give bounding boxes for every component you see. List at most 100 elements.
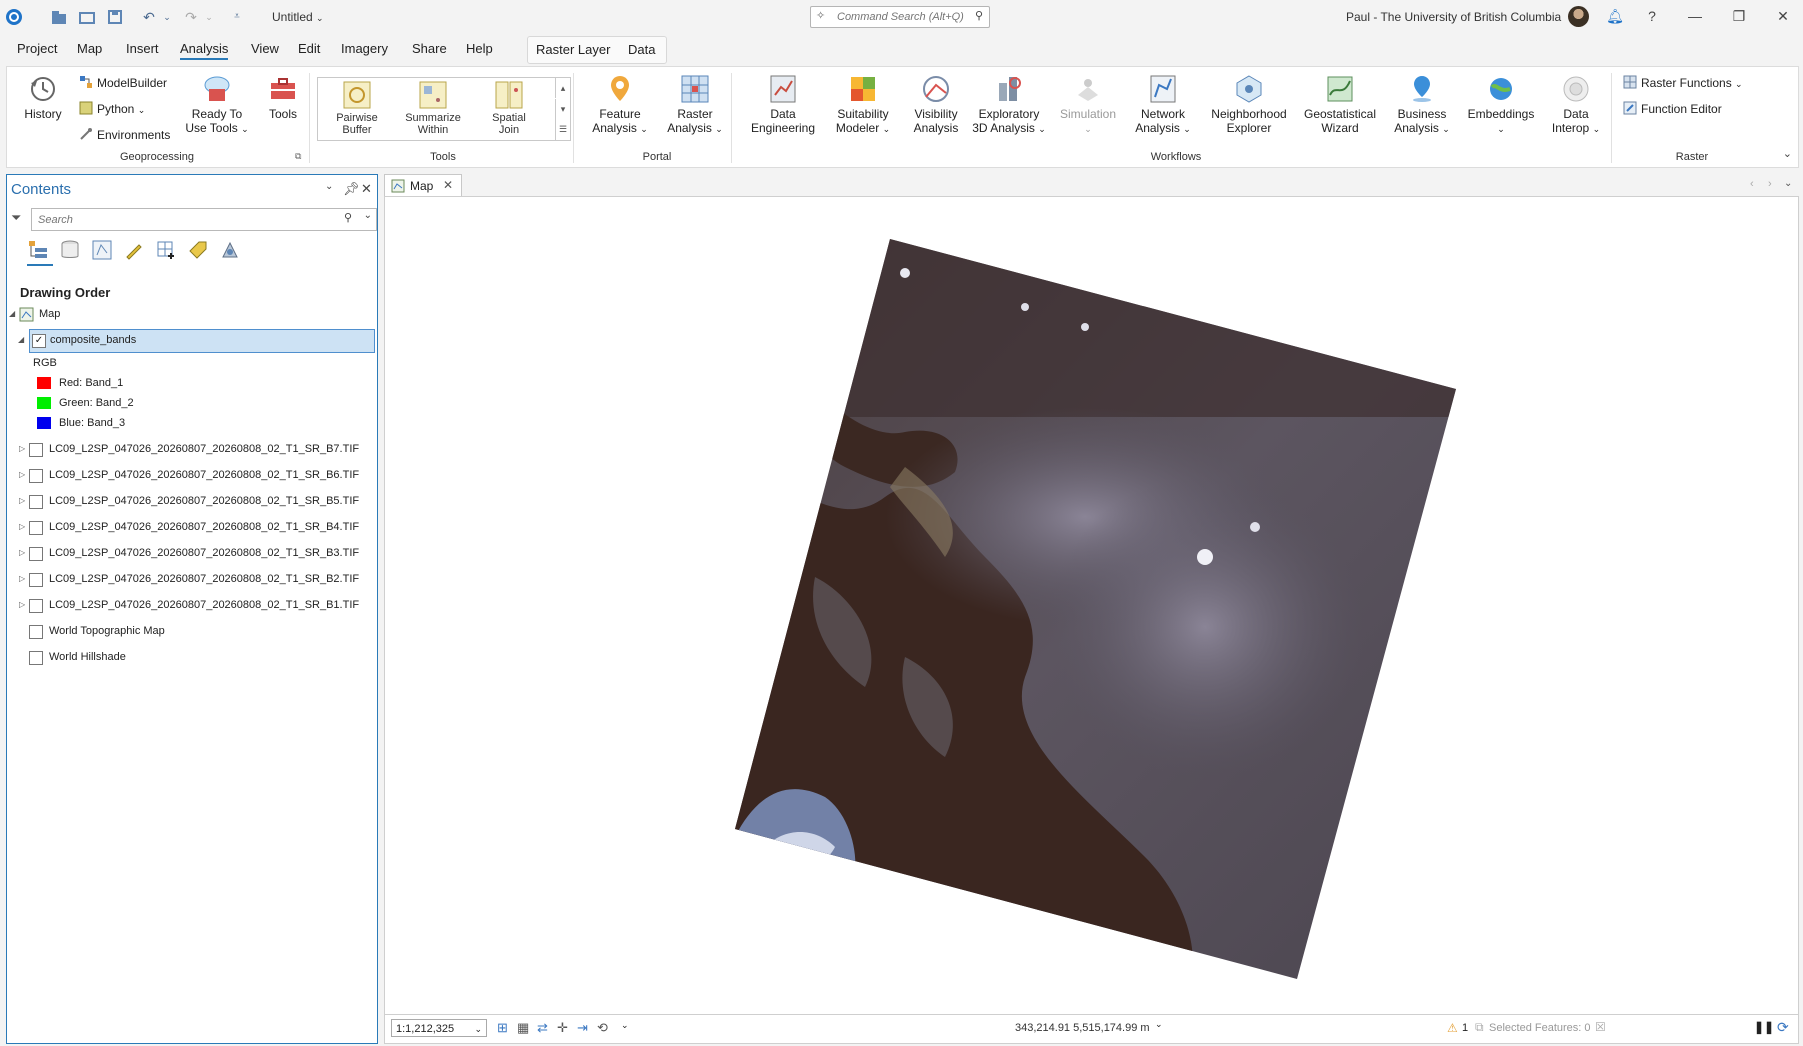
clear-selection-icon[interactable]: ☒	[1595, 1020, 1606, 1034]
geostatistical-wizard-button[interactable]: Geostatistical Wizard	[1297, 73, 1383, 135]
tab-map[interactable]: Map	[77, 41, 102, 56]
signed-in-user[interactable]: Paul - The University of British Columbi…	[1346, 10, 1561, 24]
collapse-arrow-icon[interactable]: ◢	[9, 309, 15, 318]
document-title[interactable]: Untitled ⌄	[272, 10, 324, 24]
layer-visibility-checkbox[interactable]	[29, 443, 43, 457]
history-button[interactable]: History	[21, 73, 65, 121]
chevron-down-icon[interactable]: ⌄	[621, 1020, 629, 1031]
notification-bell-icon[interactable]: 🔔︎	[1603, 6, 1627, 26]
basemap-row[interactable]: World Topographic Map	[7, 621, 375, 643]
tab-list-icon[interactable]: ⌄	[1784, 178, 1792, 189]
layer-visibility-checkbox[interactable]	[29, 521, 43, 535]
tab-project[interactable]: Project	[17, 41, 57, 56]
warning-icon[interactable]: ⚠	[1447, 1021, 1458, 1035]
pairwise-buffer-button[interactable]: Pairwise Buffer	[322, 80, 392, 136]
tab-view[interactable]: View	[251, 41, 279, 56]
list-by-perspective-imagery-icon[interactable]	[219, 239, 241, 261]
refresh-extent-icon[interactable]: ⟲	[597, 1020, 608, 1036]
python-button[interactable]: Python ⌄	[79, 101, 145, 116]
map-node[interactable]: ◢ Map	[7, 304, 375, 326]
layer-row[interactable]: ▷ LC09_L2SP_047026_20260807_20260808_02_…	[7, 569, 375, 591]
expand-arrow-icon[interactable]: ▷	[19, 444, 25, 453]
exploratory-3d-analysis-button[interactable]: Exploratory 3D Analysis ⌄	[969, 73, 1049, 136]
minimize-icon[interactable]: —	[1683, 6, 1707, 26]
command-search[interactable]: ✧ ⚲	[810, 6, 990, 28]
list-by-snapping-icon[interactable]	[155, 239, 177, 261]
layer-row[interactable]: ▷ LC09_L2SP_047026_20260807_20260808_02_…	[7, 439, 375, 461]
layer-visibility-checkbox[interactable]	[29, 469, 43, 483]
summarize-within-button[interactable]: Summarize Within	[398, 80, 468, 136]
close-pane-icon[interactable]: ✕	[361, 181, 372, 197]
customize-qat-icon[interactable]: ⩡	[228, 8, 246, 26]
function-editor-button[interactable]: Function Editor	[1623, 101, 1722, 116]
fixed-zoom-icon[interactable]: ⊞	[497, 1020, 508, 1036]
layer-visibility-checkbox[interactable]	[29, 599, 43, 613]
avatar[interactable]	[1568, 6, 1589, 27]
simulation-button[interactable]: Simulation ⌄	[1053, 73, 1123, 136]
pane-options-icon[interactable]: ⌄	[325, 181, 333, 192]
tab-raster-layer[interactable]: Raster Layer	[536, 42, 610, 57]
chevron-down-icon[interactable]: ⌄	[364, 210, 372, 221]
restore-icon[interactable]: ❐	[1727, 6, 1751, 26]
redo-icon[interactable]: ↷	[182, 8, 200, 26]
layer-row-composite-bands[interactable]: ◢ ✓ composite_bands	[18, 329, 375, 353]
close-tab-icon[interactable]: ✕	[443, 178, 453, 192]
expand-arrow-icon[interactable]: ▷	[19, 600, 25, 609]
layer-visibility-checkbox[interactable]: ✓	[32, 334, 46, 348]
undo-icon[interactable]: ↶	[140, 8, 158, 26]
tab-data[interactable]: Data	[628, 42, 655, 57]
tab-imagery[interactable]: Imagery	[341, 41, 388, 56]
layer-visibility-checkbox[interactable]	[29, 651, 43, 665]
feature-analysis-button[interactable]: Feature Analysis ⌄	[583, 73, 657, 136]
save-icon[interactable]	[106, 8, 124, 26]
tab-insert[interactable]: Insert	[126, 41, 159, 56]
list-by-editing-icon[interactable]	[123, 239, 145, 261]
pause-drawing-icon[interactable]: ❚❚	[1754, 1020, 1774, 1034]
layer-visibility-checkbox[interactable]	[29, 547, 43, 561]
data-engineering-button[interactable]: Data Engineering	[743, 73, 823, 135]
new-project-icon[interactable]	[50, 8, 68, 26]
tab-edit[interactable]: Edit	[298, 41, 320, 56]
list-by-labeling-icon[interactable]	[187, 239, 209, 261]
list-by-drawing-order-icon[interactable]	[27, 239, 49, 261]
layer-row[interactable]: ▷ LC09_L2SP_047026_20260807_20260808_02_…	[7, 595, 375, 617]
basemap-row[interactable]: World Hillshade	[7, 647, 375, 669]
list-by-data-source-icon[interactable]	[59, 239, 81, 261]
help-icon[interactable]: ?	[1640, 6, 1664, 26]
expand-arrow-icon[interactable]: ▷	[19, 574, 25, 583]
network-analysis-button[interactable]: Network Analysis ⌄	[1127, 73, 1199, 136]
suitability-modeler-button[interactable]: Suitability Modeler ⌄	[825, 73, 901, 136]
collapse-arrow-icon[interactable]: ◢	[18, 335, 24, 344]
raster-analysis-button[interactable]: Raster Analysis ⌄	[659, 73, 731, 136]
coordinate-units-dropdown-icon[interactable]: ⌄	[1155, 1019, 1163, 1030]
expand-arrow-icon[interactable]: ▷	[19, 522, 25, 531]
neighborhood-explorer-button[interactable]: Neighborhood Explorer	[1205, 73, 1293, 135]
close-icon[interactable]: ✕	[1771, 6, 1795, 26]
gallery-expand-icon[interactable]: ☰	[555, 119, 570, 140]
tab-nav-right-icon[interactable]: ›	[1768, 178, 1772, 190]
expand-arrow-icon[interactable]: ▷	[19, 496, 25, 505]
collapse-ribbon-icon[interactable]: ⌄	[1783, 147, 1792, 160]
tab-nav-left-icon[interactable]: ‹	[1750, 178, 1754, 190]
dialog-launcher-icon[interactable]: ⧉	[295, 151, 301, 162]
grid-icon[interactable]: ▦	[517, 1020, 529, 1036]
layer-row[interactable]: ▷ LC09_L2SP_047026_20260807_20260808_02_…	[7, 543, 375, 565]
environments-button[interactable]: Environments	[79, 127, 170, 142]
command-search-input[interactable]	[835, 8, 969, 26]
data-interop-button[interactable]: Data Interop ⌄	[1541, 73, 1611, 136]
navigate-icon[interactable]: ⇥	[577, 1020, 588, 1036]
undo-dropdown-icon[interactable]: ⌄	[158, 8, 176, 26]
redo-dropdown-icon[interactable]: ⌄	[200, 8, 218, 26]
gallery-scroll-up-icon[interactable]: ▴	[555, 78, 570, 98]
contents-search-input[interactable]	[36, 211, 340, 229]
layer-visibility-checkbox[interactable]	[29, 573, 43, 587]
refresh-icon[interactable]: ⟳	[1777, 1019, 1789, 1036]
tab-analysis[interactable]: Analysis	[180, 41, 229, 60]
layer-row[interactable]: ▷ LC09_L2SP_047026_20260807_20260808_02_…	[7, 491, 375, 513]
pin-icon[interactable]: 📌︎	[343, 181, 360, 197]
spatial-join-button[interactable]: Spatial Join	[474, 80, 544, 136]
raster-functions-button[interactable]: Raster Functions ⌄	[1623, 75, 1743, 90]
embeddings-button[interactable]: Embeddings ⌄	[1463, 73, 1539, 136]
satellite-raster-image[interactable]	[385, 197, 1798, 1015]
snapping-icon[interactable]: ✛	[557, 1020, 568, 1036]
